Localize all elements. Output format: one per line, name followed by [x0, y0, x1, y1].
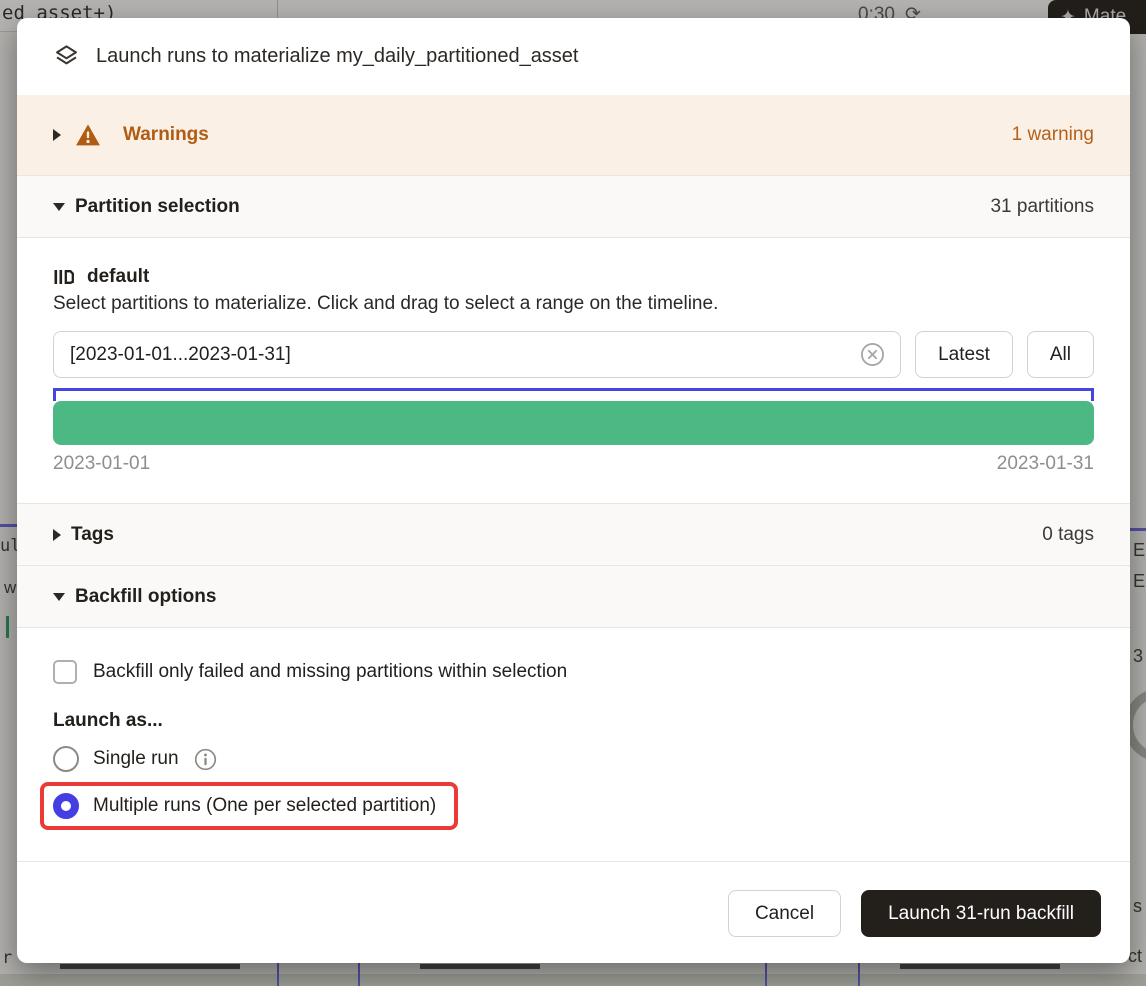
- failed-missing-option-row: Backfill only failed and missing partiti…: [53, 660, 1094, 684]
- timeline-date-labels: 2023-01-01 2023-01-31: [53, 453, 1094, 503]
- partition-dimension-row: default: [53, 266, 1094, 288]
- all-button[interactable]: All: [1027, 331, 1094, 378]
- partition-dimension-icon: [53, 266, 75, 288]
- failed-missing-checkbox[interactable]: [53, 660, 77, 684]
- clear-input-icon[interactable]: [859, 341, 886, 368]
- tags-section-header[interactable]: Tags 0 tags: [17, 503, 1130, 566]
- warning-triangle-icon: [75, 123, 101, 147]
- range-end-label: 2023-01-31: [997, 453, 1094, 475]
- partition-picker: default Select partitions to materialize…: [17, 238, 1130, 503]
- multiple-runs-label[interactable]: Multiple runs (One per selected partitio…: [93, 795, 436, 817]
- chevron-right-icon: [53, 129, 61, 141]
- tags-label: Tags: [71, 524, 114, 546]
- partition-selection-label: Partition selection: [75, 196, 240, 218]
- backfill-options-body: Backfill only failed and missing partiti…: [17, 628, 1130, 861]
- dialog-title: Launch runs to materialize my_daily_part…: [96, 45, 579, 68]
- warnings-count: 1 warning: [1012, 124, 1094, 146]
- single-run-label[interactable]: Single run: [93, 748, 179, 770]
- partition-timeline-bar[interactable]: [53, 401, 1094, 445]
- partition-selection-header[interactable]: Partition selection 31 partitions: [17, 175, 1130, 238]
- failed-missing-checkbox-label[interactable]: Backfill only failed and missing partiti…: [93, 661, 567, 683]
- chevron-down-icon: [53, 593, 65, 601]
- single-run-option-row: Single run: [53, 746, 1094, 772]
- warnings-section-header[interactable]: Warnings 1 warning: [17, 95, 1130, 175]
- launch-backfill-dialog: Launch runs to materialize my_daily_part…: [17, 18, 1130, 963]
- chevron-right-icon: [53, 529, 61, 541]
- selection-bracket: [53, 388, 1094, 401]
- tags-count: 0 tags: [1042, 524, 1094, 546]
- single-run-radio[interactable]: [53, 746, 79, 772]
- cancel-button[interactable]: Cancel: [728, 890, 841, 937]
- backfill-options-header[interactable]: Backfill options: [17, 566, 1130, 628]
- partition-range-value: [2023-01-01...2023-01-31]: [70, 344, 859, 366]
- launch-backfill-button[interactable]: Launch 31-run backfill: [861, 890, 1101, 937]
- multiple-runs-radio[interactable]: [53, 793, 79, 819]
- backfill-options-label: Backfill options: [75, 586, 216, 608]
- range-start-label: 2023-01-01: [53, 453, 150, 475]
- info-icon[interactable]: [193, 747, 218, 772]
- dialog-header: Launch runs to materialize my_daily_part…: [17, 18, 1130, 95]
- materialize-stack-icon: [53, 43, 80, 70]
- warnings-label: Warnings: [123, 124, 209, 146]
- dialog-footer: Cancel Launch 31-run backfill: [17, 861, 1130, 963]
- latest-button[interactable]: Latest: [915, 331, 1013, 378]
- highlight-annotation-box: Multiple runs (One per selected partitio…: [40, 782, 458, 830]
- partition-controls: [2023-01-01...2023-01-31] Latest All: [53, 331, 1094, 378]
- launch-as-label: Launch as...: [53, 710, 1094, 732]
- partition-range-input[interactable]: [2023-01-01...2023-01-31]: [53, 331, 901, 378]
- partition-count: 31 partitions: [990, 196, 1094, 218]
- partition-picker-description: Select partitions to materialize. Click …: [53, 293, 1094, 315]
- partition-dimension-name: default: [87, 266, 149, 288]
- chevron-down-icon: [53, 203, 65, 211]
